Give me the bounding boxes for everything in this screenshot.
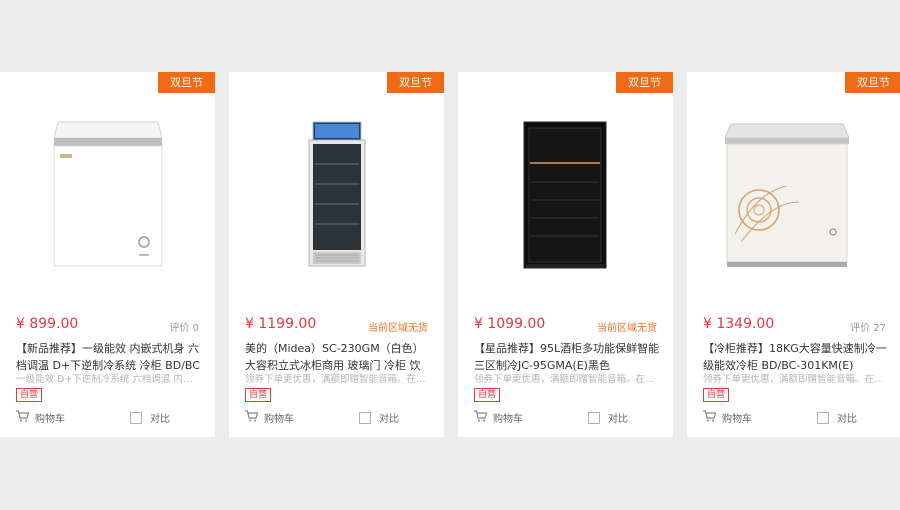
promo-badge: 双旦节 (158, 72, 215, 93)
product-image[interactable] (0, 102, 215, 277)
self-operated-tag: 自营 (703, 388, 730, 402)
chest-freezer-pattern-icon (724, 123, 850, 267)
product-image[interactable] (687, 102, 900, 277)
compare-toggle[interactable]: 对比 (588, 410, 628, 425)
cart-label: 购物车 (493, 414, 523, 425)
product-price: ¥ 899.00 (16, 316, 79, 332)
cart-icon (16, 410, 30, 425)
chest-freezer-white-icon (53, 121, 163, 267)
product-image[interactable] (229, 102, 444, 277)
product-title[interactable]: 【新品推荐】一级能效 内嵌式机身 六档调温 D+下逆制冷系统 冷柜 BD/BC (16, 340, 202, 374)
add-to-cart-button[interactable]: 购物车 (474, 410, 523, 425)
self-operated-tag: 自营 (16, 388, 43, 402)
promo-badge: 双旦节 (616, 72, 673, 93)
compare-checkbox[interactable] (817, 411, 829, 424)
product-card[interactable]: 双旦节 ¥ 1199.00 当前区域无货 美的（Midea）SC-230GM（白… (229, 72, 444, 437)
compare-label: 对比 (150, 414, 170, 425)
self-operated-tag: 自营 (245, 388, 272, 402)
wine-cabinet-black-icon (523, 121, 607, 269)
product-card[interactable]: 双旦节 ¥ 1349.00 评价 27 【冷柜推荐】18KG大容量快速制冷一级能… (687, 72, 900, 437)
compare-toggle[interactable]: 对比 (130, 410, 170, 425)
product-title[interactable]: 【星品推荐】95L酒柜多功能保鲜智能三区制冷JC-95GMA(E)黑色 (474, 340, 660, 374)
add-to-cart-button[interactable]: 购物车 (245, 410, 294, 425)
product-title[interactable]: 美的（Midea）SC-230GM（白色）大容积立式冰柜商用 玻璃门 冷柜 饮料 (245, 340, 431, 374)
promo-text: 一级能效 D+下逆制冷系统 六档调温 内嵌... (16, 374, 199, 385)
review-count[interactable]: 评价 0 (169, 319, 199, 334)
promo-badge: 双旦节 (845, 72, 900, 93)
compare-checkbox[interactable] (359, 411, 371, 424)
stock-status: 当前区域无货 (597, 323, 657, 334)
compare-label: 对比 (837, 414, 857, 425)
self-operated-tag: 自营 (474, 388, 501, 402)
product-title[interactable]: 【冷柜推荐】18KG大容量快速制冷一级能效冷柜 BD/BC-301KM(E) (703, 340, 889, 374)
glass-door-display-fridge-icon (308, 121, 366, 267)
compare-checkbox[interactable] (588, 411, 600, 424)
compare-toggle[interactable]: 对比 (359, 410, 399, 425)
product-price: ¥ 1099.00 (474, 316, 546, 332)
product-price: ¥ 1349.00 (703, 316, 775, 332)
product-price: ¥ 1199.00 (245, 316, 317, 332)
review-count[interactable]: 评价 27 (850, 319, 886, 334)
promo-text: 领券下单更优惠，满额即赠智能音箱。在购... (245, 374, 428, 385)
product-image[interactable] (458, 102, 673, 277)
cart-icon (245, 410, 259, 425)
product-card[interactable]: 双旦节 ¥ 1099.00 当前区域无货 【星品推荐】95L酒柜多功能保鲜智能三… (458, 72, 673, 437)
cart-label: 购物车 (35, 414, 65, 425)
compare-label: 对比 (379, 414, 399, 425)
product-grid: 双旦节 ¥ 899.00 评价 0 【新品推荐】一级能效 内嵌式机身 六档调温 … (0, 0, 900, 510)
promo-badge: 双旦节 (387, 72, 444, 93)
cart-label: 购物车 (722, 414, 752, 425)
cart-icon (474, 410, 488, 425)
compare-toggle[interactable]: 对比 (817, 410, 857, 425)
cart-label: 购物车 (264, 414, 294, 425)
cart-icon (703, 410, 717, 425)
compare-label: 对比 (608, 414, 628, 425)
stock-status: 当前区域无货 (368, 323, 428, 334)
add-to-cart-button[interactable]: 购物车 (703, 410, 752, 425)
promo-text: 领券下单更优惠，满额即赠智能音箱。在购... (703, 374, 886, 385)
add-to-cart-button[interactable]: 购物车 (16, 410, 65, 425)
compare-checkbox[interactable] (130, 411, 142, 424)
promo-text: 领券下单更优惠，满额即赠智能音箱。在购... (474, 374, 657, 385)
product-card[interactable]: 双旦节 ¥ 899.00 评价 0 【新品推荐】一级能效 内嵌式机身 六档调温 … (0, 72, 215, 437)
